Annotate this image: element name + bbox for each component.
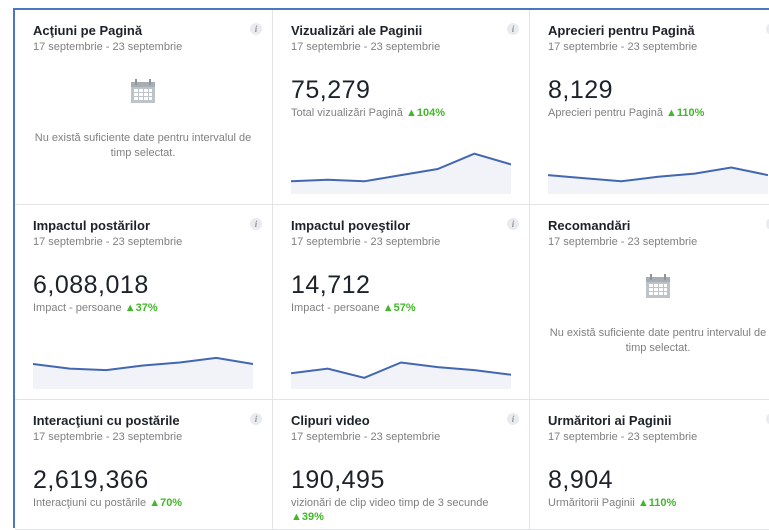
card-title: Recomandări: [548, 218, 631, 233]
sparkline-area: [548, 167, 768, 194]
metric-value: 75,279: [291, 76, 371, 104]
metric-change: ▲39%: [291, 511, 324, 523]
card-story-reach[interactable]: Impactul poveştilor 17 septembrie - 23 s…: [273, 205, 530, 400]
sparkline-area: [33, 357, 253, 389]
card-date-range: 17 septembrie - 23 septembrie: [548, 236, 698, 248]
calendar-icon: [646, 274, 670, 298]
card-post-reach[interactable]: Impactul postărilor 17 septembrie - 23 s…: [15, 205, 273, 400]
sparkline-chart: [291, 361, 511, 389]
metric-label: Aprecieri pentru Pagină: [548, 107, 663, 119]
metric-value: 2,619,366: [33, 466, 149, 494]
metric-caption: Aprecieri pentru Pagină ▲110%: [548, 106, 769, 120]
card-recommendations[interactable]: Recomandări 17 septembrie - 23 septembri…: [530, 205, 769, 400]
metric-label: Impact - persoane: [291, 302, 380, 314]
metric-label: Total vizualizări Pagină: [291, 107, 403, 119]
metric-change: ▲57%: [382, 302, 416, 314]
card-title: Acţiuni pe Pagină: [33, 23, 143, 38]
metric-caption: Impact - persoane ▲57%: [291, 301, 516, 315]
card-title: Impactul poveştilor: [291, 218, 411, 233]
card-page-likes[interactable]: Aprecieri pentru Pagină 17 septembrie - …: [530, 10, 769, 205]
metric-value: 14,712: [291, 271, 371, 299]
card-date-range: 17 septembrie - 23 septembrie: [33, 236, 183, 248]
sparkline-area: [291, 153, 511, 194]
metric-caption: vizionări de clip video timp de 3 secund…: [291, 496, 516, 524]
calendar-icon: [131, 79, 155, 103]
card-date-range: 17 septembrie - 23 septembrie: [548, 41, 698, 53]
card-date-range: 17 septembrie - 23 septembrie: [33, 431, 183, 443]
info-icon[interactable]: i: [250, 23, 262, 35]
empty-state: Nu există suficiente date pentru interva…: [548, 273, 768, 356]
metric-value: 8,904: [548, 466, 614, 494]
metric-change: ▲70%: [149, 497, 183, 509]
card-title: Clipuri video: [291, 413, 370, 428]
info-icon[interactable]: i: [507, 23, 519, 35]
card-date-range: 17 septembrie - 23 septembrie: [291, 236, 441, 248]
metric-label: Urmăritorii Paginii: [548, 497, 635, 509]
card-page-followers[interactable]: Urmăritori ai Paginii 17 septembrie - 23…: [530, 400, 769, 530]
card-videos[interactable]: Clipuri video 17 septembrie - 23 septemb…: [273, 400, 530, 530]
metric-caption: Interacţiuni cu postările ▲70%: [33, 496, 258, 510]
metric-change: ▲110%: [637, 497, 677, 509]
sparkline-chart: [291, 152, 511, 194]
card-page-views[interactable]: Vizualizări ale Paginii 17 septembrie - …: [273, 10, 530, 205]
sparkline-chart: [33, 356, 253, 389]
metric-caption: Impact - persoane ▲37%: [33, 301, 258, 315]
metric-change: ▲37%: [124, 302, 158, 314]
card-page-actions[interactable]: Acţiuni pe Pagină 17 septembrie - 23 sep…: [15, 10, 273, 205]
card-date-range: 17 septembrie - 23 septembrie: [291, 431, 441, 443]
metric-label: Interacţiuni cu postările: [33, 497, 147, 509]
sparkline-area: [291, 362, 511, 389]
card-post-engagement[interactable]: Interacţiuni cu postările 17 septembrie …: [15, 400, 273, 530]
info-icon[interactable]: i: [250, 413, 262, 425]
card-title: Aprecieri pentru Pagină: [548, 23, 695, 38]
card-title: Urmăritori ai Paginii: [548, 413, 672, 428]
metric-value: 190,495: [291, 466, 385, 494]
metric-caption: Urmăritorii Paginii ▲110%: [548, 496, 769, 510]
info-icon[interactable]: i: [507, 413, 519, 425]
empty-state: Nu există suficiente date pentru interva…: [33, 78, 253, 161]
card-date-range: 17 septembrie - 23 septembrie: [291, 41, 441, 53]
metric-change: ▲104%: [405, 107, 445, 119]
metric-caption: Total vizualizări Pagină ▲104%: [291, 106, 516, 120]
card-title: Impactul postărilor: [33, 218, 151, 233]
info-icon[interactable]: i: [250, 218, 262, 230]
info-icon[interactable]: i: [507, 218, 519, 230]
card-date-range: 17 septembrie - 23 septembrie: [33, 41, 183, 53]
empty-state-message: Nu există suficiente date pentru interva…: [34, 132, 252, 159]
card-date-range: 17 septembrie - 23 septembrie: [548, 431, 698, 443]
metric-change: ▲110%: [666, 107, 705, 119]
empty-state-message: Nu există suficiente date pentru interva…: [549, 327, 767, 354]
insights-summary-grid: Acţiuni pe Pagină 17 septembrie - 23 sep…: [15, 10, 769, 530]
metric-label: Impact - persoane: [33, 302, 122, 314]
sparkline-chart: [548, 166, 768, 194]
metric-value: 6,088,018: [33, 271, 149, 299]
metric-value: 8,129: [548, 76, 614, 104]
card-title: Vizualizări ale Paginii: [291, 23, 423, 38]
card-title: Interacţiuni cu postările: [33, 413, 180, 428]
metric-label: vizionări de clip video timp de 3 secund…: [291, 497, 489, 509]
